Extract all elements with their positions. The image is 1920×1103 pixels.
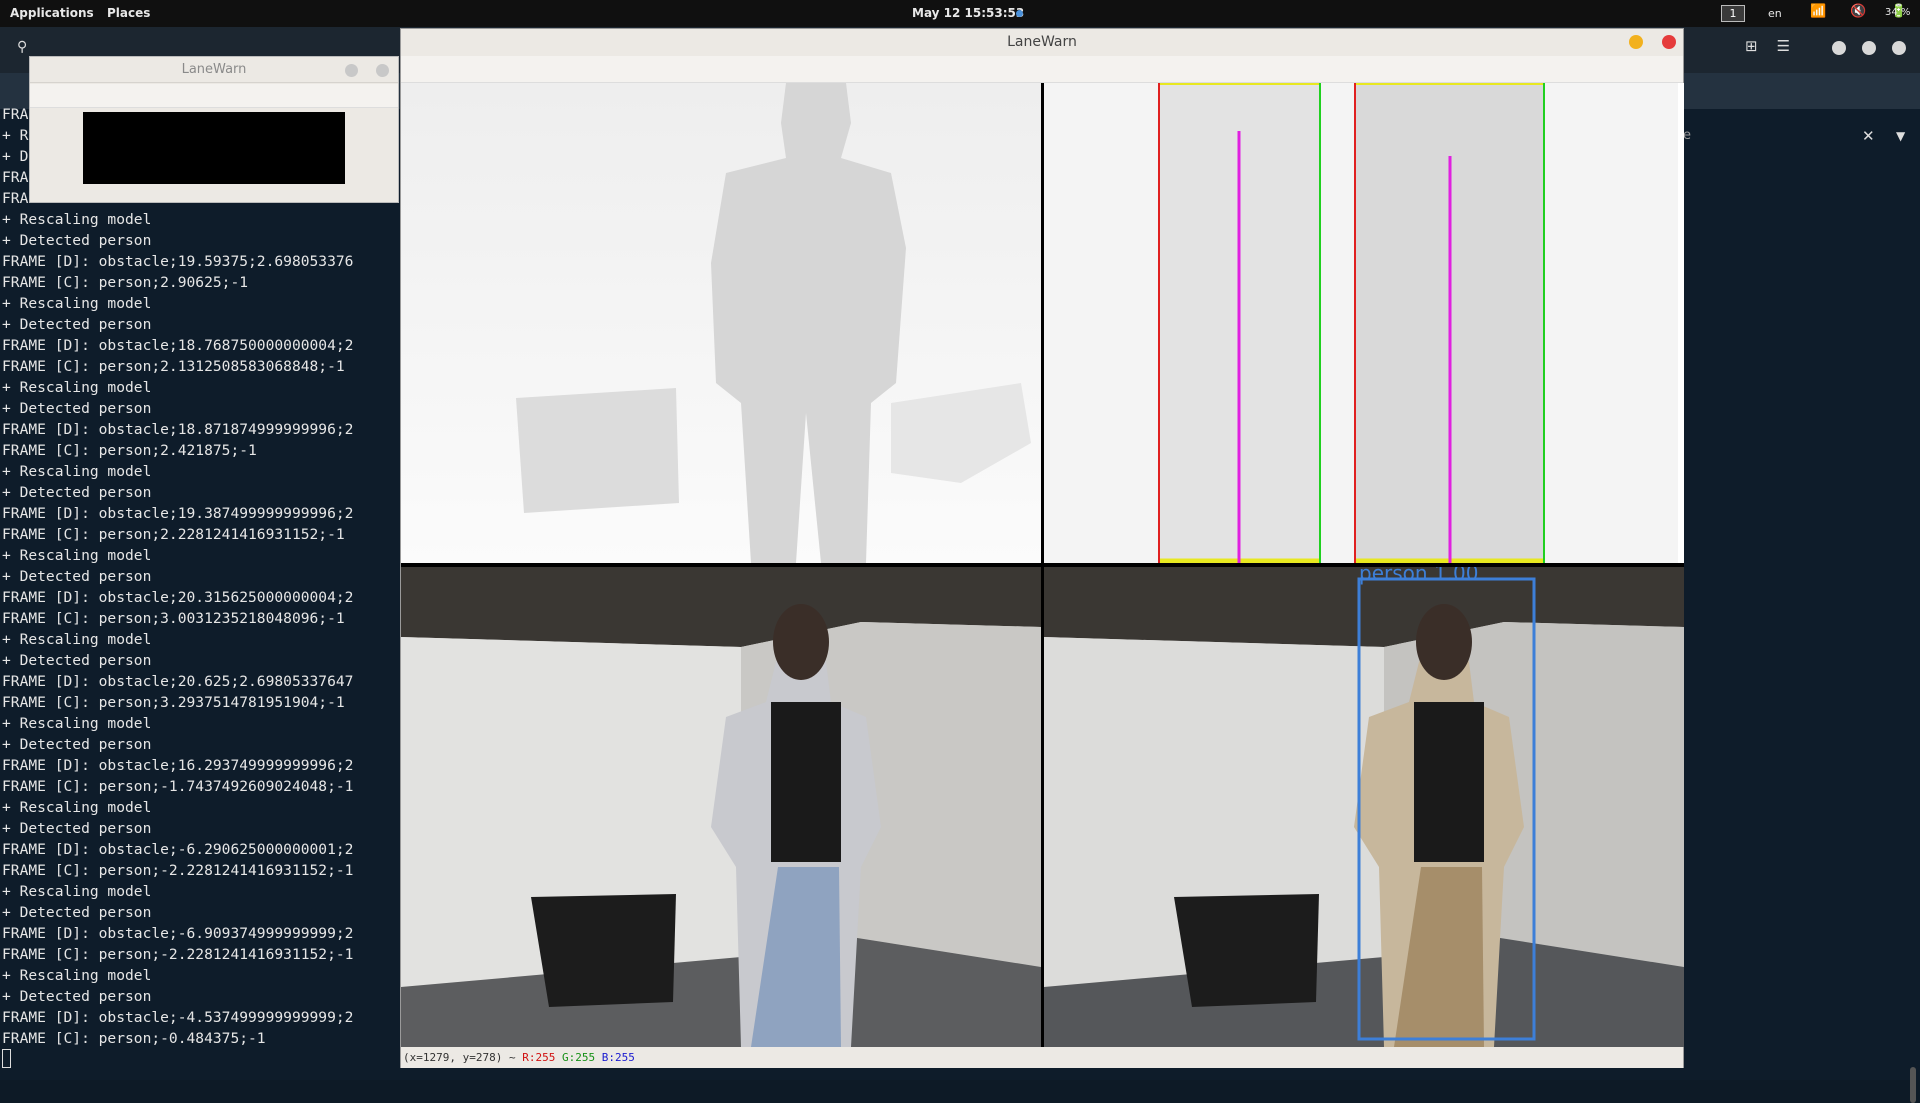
pixel-blue-value: B:255 xyxy=(601,1051,635,1064)
terminal-line: + Detected person xyxy=(2,820,152,837)
terminal-line: FRAME [C]: person;2.421875;-1 xyxy=(2,442,257,459)
workspace-indicator[interactable]: 1 xyxy=(1721,5,1745,22)
terminal-line: FRAME [C]: person;-1.7437492609024048;-1 xyxy=(2,778,354,795)
places-menu[interactable]: Places xyxy=(107,6,150,20)
detection-panel: person 1.00 xyxy=(1044,567,1684,1047)
tab-title[interactable]: e xyxy=(1683,128,1691,143)
status-bar: (x=1279, y=278) ~ R:255 G:255 B:255 xyxy=(401,1047,1683,1068)
terminal-line: FRAME [C]: person;2.2281241416931152;-1 xyxy=(2,526,345,543)
terminal-line: FRAME [D]: obstacle;19.59375;2.698053376 xyxy=(2,253,354,270)
new-tab-icon[interactable]: ⊞ ☰ xyxy=(1745,37,1790,55)
terminal-line: FRAME [C]: person;3.0031235218048096;-1 xyxy=(2,610,345,627)
terminal-line: + Detected person xyxy=(2,904,152,921)
close-button[interactable] xyxy=(1662,35,1676,49)
terminal-line: + Rescaling model xyxy=(2,379,152,396)
small-image-view xyxy=(83,112,345,184)
terminal-line: FRAME [C]: person;2.90625;-1 xyxy=(2,274,249,291)
detection-image xyxy=(1044,567,1684,1047)
terminal-output[interactable]: FRA + R + D FRA FRA + Rescaling model + Detect… xyxy=(2,104,402,1049)
minimize-button[interactable] xyxy=(1832,41,1846,55)
maximize-button[interactable] xyxy=(1862,41,1876,55)
close-button[interactable] xyxy=(1892,41,1906,55)
terminal-line: FRAME [D]: obstacle;-6.909374999999999;2 xyxy=(2,925,354,942)
terminal-line: FRAME [C]: person;-2.2281241416931152;-1 xyxy=(2,946,354,963)
main-window-toolbar xyxy=(401,56,1683,83)
terminal-line: FRAME [D]: obstacle;16.293749999999996;2 xyxy=(2,757,354,774)
language-indicator[interactable]: en xyxy=(1768,7,1782,20)
terminal-line: + Rescaling model xyxy=(2,295,152,312)
small-close-button[interactable] xyxy=(376,64,389,77)
battery-percent: 34 % xyxy=(1885,7,1911,18)
terminal-line: + Rescaling model xyxy=(2,715,152,732)
tab-menu-chevron-icon[interactable]: ▼ xyxy=(1896,129,1905,143)
terminal-line: FRAME [D]: obstacle;-6.290625000000001;2 xyxy=(2,841,354,858)
image-view[interactable]: person 1.00 xyxy=(401,83,1684,1047)
terminal-line: FRAME [D]: obstacle;18.871874999999996;2 xyxy=(2,421,354,438)
terminal-line: FRAME [C]: person;-2.2281241416931152;-1 xyxy=(2,862,354,879)
terminal-line: FRAME [D]: obstacle;18.768750000000004;2 xyxy=(2,337,354,354)
terminal-line: + Rescaling model xyxy=(2,631,152,648)
terminal-line: + Detected person xyxy=(2,988,152,1005)
terminal-line: + Detected person xyxy=(2,316,152,333)
terminal-line: + Rescaling model xyxy=(2,799,152,816)
notification-dot-icon xyxy=(1016,10,1023,17)
terminal-scrollbar[interactable] xyxy=(1910,1067,1916,1103)
tab-close-icon[interactable]: ✕ xyxy=(1862,127,1875,145)
lanewarn-main-window: LaneWarn person 1.00 (x=1279, y=278) ~ R… xyxy=(400,28,1684,1068)
depth-map-image xyxy=(401,83,1041,563)
pixel-green-value: G:255 xyxy=(561,1051,596,1064)
terminal-line: + Rescaling model xyxy=(2,883,152,900)
lane-overlay-image xyxy=(1044,83,1684,563)
terminal-cursor xyxy=(2,1049,11,1068)
camera-panel xyxy=(401,567,1041,1047)
terminal-line: + Rescaling model xyxy=(2,211,152,228)
terminal-line: FRAME [C]: person;3.2937514781951904;-1 xyxy=(2,694,345,711)
minimize-button[interactable] xyxy=(1629,35,1643,49)
terminal-line: FRAME [D]: obstacle;19.387499999999996;2 xyxy=(2,505,354,522)
search-icon[interactable]: ⚲ xyxy=(17,39,27,55)
clock[interactable]: May 12 15:53:53 xyxy=(912,6,1024,20)
top-bar: Applications Places May 12 15:53:53 1 en… xyxy=(0,0,1920,27)
main-window-title[interactable]: LaneWarn xyxy=(401,29,1683,55)
terminal-line: + Rescaling model xyxy=(2,463,152,480)
small-window-title[interactable]: LaneWarn xyxy=(30,57,398,83)
camera-image xyxy=(401,567,1041,1047)
terminal-line: + Detected person xyxy=(2,568,152,585)
applications-menu[interactable]: Applications xyxy=(10,6,94,20)
terminal-line: FRAME [D]: obstacle;20.315625000000004;2 xyxy=(2,589,354,606)
terminal-line: + Rescaling model xyxy=(2,547,152,564)
pixel-red-value: R:255 xyxy=(522,1051,556,1064)
terminal-line: FRAME [C]: person;2.1312508583068848;-1 xyxy=(2,358,345,375)
depth-map-panel xyxy=(401,83,1041,563)
terminal-line: + Detected person xyxy=(2,652,152,669)
terminal-line: FRAME [D]: obstacle;-4.537499999999999;2 xyxy=(2,1009,354,1026)
terminal-line: FRAME [D]: obstacle;20.625;2.69805337647 xyxy=(2,673,354,690)
terminal-line: + Detected person xyxy=(2,484,152,501)
terminal-line: + Detected person xyxy=(2,400,152,417)
terminal-line: FRAME [C]: person;-0.484375;-1 xyxy=(2,1030,266,1047)
small-window-toolbar xyxy=(30,84,398,108)
lane-overlay-panel xyxy=(1044,83,1684,563)
terminal-line: + Detected person xyxy=(2,232,152,249)
small-minimize-button[interactable] xyxy=(345,64,358,77)
terminal-line: + Detected person xyxy=(2,736,152,753)
detection-label: person 1.00 xyxy=(1359,567,1479,585)
lanewarn-small-window: LaneWarn xyxy=(29,56,399,203)
cursor-coords: (x=1279, y=278) ~ xyxy=(403,1051,523,1064)
terminal-line: + Rescaling model xyxy=(2,967,152,984)
